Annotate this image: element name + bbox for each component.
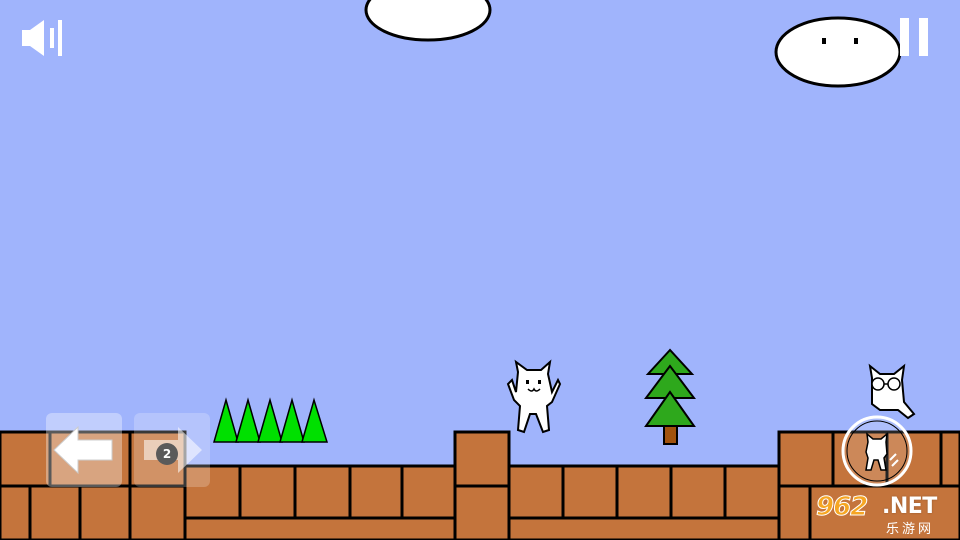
ground-middle-left xyxy=(183,464,457,540)
watermark-domain: .NET xyxy=(882,494,937,519)
move-right-button[interactable]: 2 xyxy=(134,413,210,487)
watermark-subtitle: 乐游网 xyxy=(886,522,935,537)
arrow-left-icon xyxy=(53,425,113,475)
cloud-eye xyxy=(854,38,858,44)
sound-button[interactable] xyxy=(20,16,66,60)
ground-middle-right xyxy=(507,464,781,540)
move-left-button[interactable] xyxy=(46,413,122,487)
jump-button[interactable] xyxy=(840,414,914,488)
cloud-with-eyes xyxy=(774,16,902,88)
ground-pillar xyxy=(453,430,511,540)
pause-icon xyxy=(900,18,928,56)
cloud-eye xyxy=(822,38,826,44)
pause-button[interactable] xyxy=(896,16,936,58)
watermark-number: 962 xyxy=(815,492,868,523)
move-right-badge: 2 xyxy=(156,443,178,465)
speaker-icon xyxy=(22,20,62,56)
cat-jump-icon xyxy=(841,415,913,487)
watermark-logo: 962 .NET 乐游网 xyxy=(815,492,954,538)
